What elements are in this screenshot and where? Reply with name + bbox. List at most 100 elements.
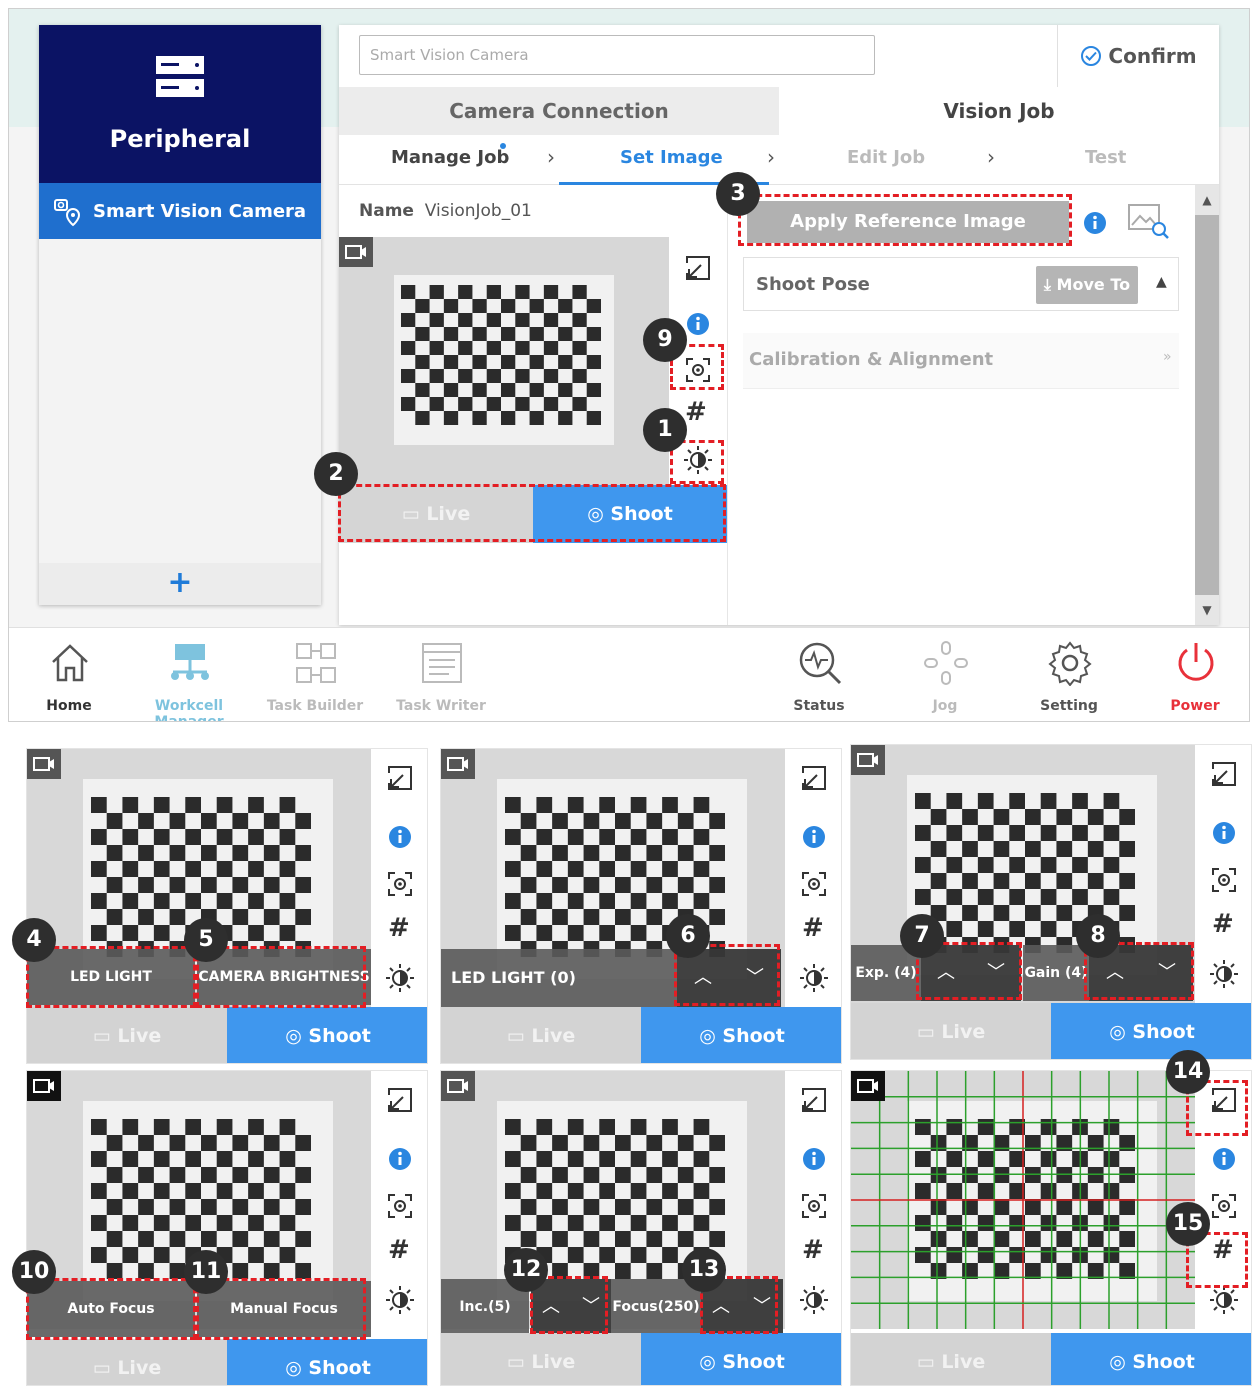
shoot-label: Shoot [722, 1351, 785, 1373]
step-set-image[interactable]: Set Image [620, 147, 723, 168]
image-search-icon[interactable] [1127, 203, 1171, 241]
shoot-button[interactable]: ◎ Shoot [641, 1007, 841, 1063]
gain-value: Gain (4) [1023, 945, 1089, 1001]
check-circle-icon [1081, 46, 1102, 66]
expand-chevron-icon[interactable]: » [1163, 349, 1172, 365]
focus-target-icon[interactable] [387, 1193, 413, 1219]
brightness-icon[interactable] [1209, 1285, 1239, 1315]
camera-image [851, 1071, 1195, 1329]
shoot-pose-row: Shoot Pose ⤓ Move To ▲ [743, 257, 1179, 311]
peripheral-panel: Peripheral Smart Vision Camera + [39, 25, 321, 605]
grid-icon[interactable]: # [802, 1235, 824, 1265]
badge-10: 10 [12, 1250, 56, 1294]
scrollbar[interactable]: ▲ ▼ [1195, 185, 1219, 625]
info-icon[interactable] [388, 825, 412, 849]
peripheral-title: Peripheral [109, 125, 251, 153]
nav-home[interactable]: Home [9, 628, 129, 721]
shoot-button[interactable]: ◎ Shoot [227, 1339, 427, 1385]
focus-target-icon[interactable] [387, 871, 413, 897]
nav-task-builder[interactable]: Task Builder [255, 628, 375, 721]
calibration-row[interactable]: Calibration & Alignment » [743, 333, 1179, 389]
grid-icon[interactable]: # [1212, 909, 1234, 939]
nav-power[interactable]: Power [1135, 628, 1249, 721]
focus-target-icon[interactable] [801, 1193, 827, 1219]
grid-icon[interactable]: # [388, 913, 410, 943]
step-test[interactable]: Test [1085, 147, 1126, 168]
name-label: Name [359, 201, 414, 221]
app-window: Peripheral Smart Vision Camera + Smart V… [8, 8, 1250, 722]
nav-label: Status [793, 698, 845, 714]
expand-icon[interactable] [385, 763, 415, 793]
badge-1: 1 [643, 408, 687, 452]
shoot-label: Shoot [1132, 1021, 1195, 1043]
camera-name-field[interactable]: Smart Vision Camera [359, 35, 875, 75]
live-label: Live [941, 1351, 986, 1373]
power-icon [1178, 643, 1214, 681]
scroll-down-button[interactable]: ▼ [1195, 595, 1219, 625]
brightness-icon[interactable] [1209, 959, 1239, 989]
step-manage-job[interactable]: Manage Job [391, 147, 509, 168]
chevron-right-icon: › [547, 145, 555, 169]
shoot-button[interactable]: ◎ Shoot [227, 1007, 427, 1063]
info-icon[interactable] [802, 1147, 826, 1171]
shoot-button[interactable]: ◎ Shoot [1051, 1333, 1251, 1385]
shoot-button[interactable]: ◎ Shoot [1051, 1003, 1251, 1059]
live-button[interactable]: ▭ Live [441, 1007, 641, 1063]
add-peripheral-button[interactable]: + [39, 563, 321, 605]
scroll-up-button[interactable]: ▲ [1195, 185, 1219, 215]
camera-icon [441, 749, 475, 779]
tab-vision-job[interactable]: Vision Job [779, 87, 1219, 135]
focus-target-icon[interactable] [801, 871, 827, 897]
expand-icon[interactable] [683, 253, 713, 283]
grid-icon[interactable]: # [685, 397, 707, 427]
peripheral-header: Peripheral [39, 25, 321, 183]
expand-icon[interactable] [799, 763, 829, 793]
info-icon[interactable] [388, 1147, 412, 1171]
collapse-arrow-icon[interactable]: ▲ [1156, 274, 1167, 290]
info-icon[interactable] [1083, 211, 1107, 235]
home-icon [52, 644, 88, 682]
grid-icon[interactable]: # [388, 1235, 410, 1265]
info-icon[interactable] [686, 312, 710, 336]
focus-target-icon[interactable] [1211, 1193, 1237, 1219]
badge-8: 8 [1076, 914, 1120, 958]
panel-led-light: # LED LIGHT (0) ︿ ﹀ ▭ Live ◎ Shoot [440, 748, 842, 1064]
live-button[interactable]: ▭ Live [27, 1339, 227, 1385]
expand-icon[interactable] [799, 1085, 829, 1115]
grid-icon[interactable]: # [802, 913, 824, 943]
nav-setting[interactable]: Setting [1009, 628, 1129, 721]
brightness-icon[interactable] [385, 963, 415, 993]
expand-icon[interactable] [385, 1085, 415, 1115]
step-edit-job[interactable]: Edit Job [847, 147, 925, 168]
live-button[interactable]: ▭ Live [27, 1007, 227, 1063]
info-icon[interactable] [1212, 1147, 1236, 1171]
nav-task-writer[interactable]: Task Writer [381, 628, 501, 721]
info-icon[interactable] [802, 825, 826, 849]
highlight-auto-focus [26, 1278, 196, 1340]
workcell-icon [171, 644, 209, 680]
brightness-icon[interactable] [799, 1285, 829, 1315]
focus-target-icon[interactable] [1211, 867, 1237, 893]
nav-status[interactable]: Status [759, 628, 879, 721]
move-to-button[interactable]: ⤓ Move To [1036, 266, 1138, 304]
live-button[interactable]: ▭ Live [851, 1333, 1051, 1385]
nav-workcell-manager[interactable]: Workcell Manager [129, 628, 249, 721]
live-button[interactable]: ▭ Live [441, 1333, 641, 1385]
camera-icon [441, 1071, 475, 1101]
expand-icon[interactable] [1209, 759, 1239, 789]
nav-jog[interactable]: Jog [885, 628, 1005, 721]
job-name-value: VisionJob_01 [424, 201, 532, 221]
live-button[interactable]: ▭ Live [851, 1003, 1051, 1059]
status-icon [799, 642, 842, 685]
brightness-icon[interactable] [385, 1285, 415, 1315]
live-label: Live [117, 1357, 162, 1379]
image-toolbar: # [371, 1071, 427, 1329]
sidebar-item-smart-vision-camera[interactable]: Smart Vision Camera [39, 183, 321, 239]
brightness-icon[interactable] [799, 963, 829, 993]
chevron-right-icon: › [987, 145, 995, 169]
info-icon[interactable] [1212, 821, 1236, 845]
badge-14: 14 [1166, 1050, 1210, 1094]
tab-camera-connection[interactable]: Camera Connection [339, 87, 779, 135]
shoot-button[interactable]: ◎ Shoot [641, 1333, 841, 1385]
confirm-button[interactable]: Confirm [1057, 25, 1219, 87]
